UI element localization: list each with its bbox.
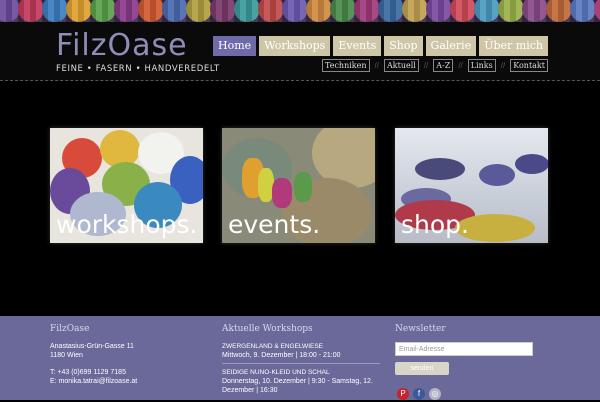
tile-events[interactable]: events. bbox=[222, 128, 375, 243]
subnav-separator: // bbox=[500, 61, 506, 70]
subnav-aktuell[interactable]: Aktuell bbox=[383, 59, 419, 72]
event-date: Donnerstag, 10. Dezember | 9:30 - Samsta… bbox=[222, 378, 373, 394]
subnav-separator: // bbox=[423, 61, 429, 70]
subnav-a-z[interactable]: A-Z bbox=[433, 59, 454, 72]
main-navigation: Home Workshops Events Shop Galerie Über … bbox=[213, 36, 548, 56]
footer-contact-heading: FilzOase bbox=[50, 324, 90, 334]
top-banner-image bbox=[0, 0, 600, 22]
footer-address-line2: 1180 Wien bbox=[50, 352, 83, 359]
tile-events-caption: events. bbox=[228, 210, 321, 239]
nav-home[interactable]: Home bbox=[213, 36, 257, 56]
tile-workshops[interactable]: workshops. bbox=[50, 128, 203, 243]
newsletter-email-input[interactable]: Email-Adresse bbox=[395, 342, 533, 356]
event-title[interactable]: ZWERGENLAND & ENGELWIESE bbox=[222, 342, 380, 351]
footer-workshops: Aktuelle Workshops ZWERGENLAND & ENGELWI… bbox=[222, 324, 380, 402]
footer-email[interactable]: E: monika.tatrai@filzoase.at bbox=[50, 377, 200, 386]
nav-shop[interactable]: Shop bbox=[384, 36, 423, 56]
subnav-links[interactable]: Links bbox=[467, 59, 496, 72]
nav-ueber-mich[interactable]: Über mich bbox=[479, 36, 548, 56]
instagram-icon[interactable]: ◎ bbox=[429, 388, 441, 400]
logo-subtitle: FEINE • FASERN • HANDVEREDELT bbox=[56, 64, 220, 74]
sub-navigation: Techniken // Aktuell // A-Z // Links // … bbox=[322, 59, 548, 72]
nav-workshops[interactable]: Workshops bbox=[259, 36, 331, 56]
nav-galerie[interactable]: Galerie bbox=[425, 36, 477, 56]
tile-shop[interactable]: shop. bbox=[395, 128, 548, 243]
social-links: P f ◎ bbox=[397, 388, 441, 400]
footer-workshops-heading: Aktuelle Workshops bbox=[222, 324, 313, 334]
event-title[interactable]: SEIDIGE NUNO-KLEID UND SCHAL bbox=[222, 368, 380, 377]
logo-title: FilzOase bbox=[56, 28, 188, 63]
site-footer: FilzOase Anastasius-Grün-Gasse 11 1180 W… bbox=[0, 316, 600, 400]
footer-newsletter: Newsletter Email-Adresse senden bbox=[395, 324, 545, 375]
footer-contact: FilzOase Anastasius-Grün-Gasse 11 1180 W… bbox=[50, 324, 200, 386]
nav-events[interactable]: Events bbox=[333, 36, 382, 56]
facebook-icon[interactable]: f bbox=[413, 388, 425, 400]
pinterest-icon[interactable]: P bbox=[397, 388, 409, 400]
subnav-separator: // bbox=[458, 61, 463, 70]
subnav-kontakt[interactable]: Kontakt bbox=[510, 59, 548, 72]
subnav-separator: // bbox=[374, 61, 379, 70]
footer-newsletter-heading: Newsletter bbox=[395, 324, 446, 334]
subnav-techniken[interactable]: Techniken bbox=[322, 59, 370, 72]
event-date: Mittwoch, 9. Dezember | 18:00 - 21:00 bbox=[222, 351, 380, 364]
site-header: FilzOase FEINE • FASERN • HANDVEREDELT H… bbox=[0, 22, 600, 81]
tile-shop-caption: shop. bbox=[401, 210, 469, 239]
footer-address-line1: Anastasius-Grün-Gasse 11 bbox=[50, 343, 134, 350]
site-logo[interactable]: FilzOase FEINE • FASERN • HANDVEREDELT bbox=[56, 28, 220, 75]
tile-workshops-caption: workshops. bbox=[56, 210, 198, 239]
footer-phone: T: +43 (0)699 1129 7185 bbox=[50, 369, 126, 376]
newsletter-send-button[interactable]: senden bbox=[395, 362, 449, 375]
